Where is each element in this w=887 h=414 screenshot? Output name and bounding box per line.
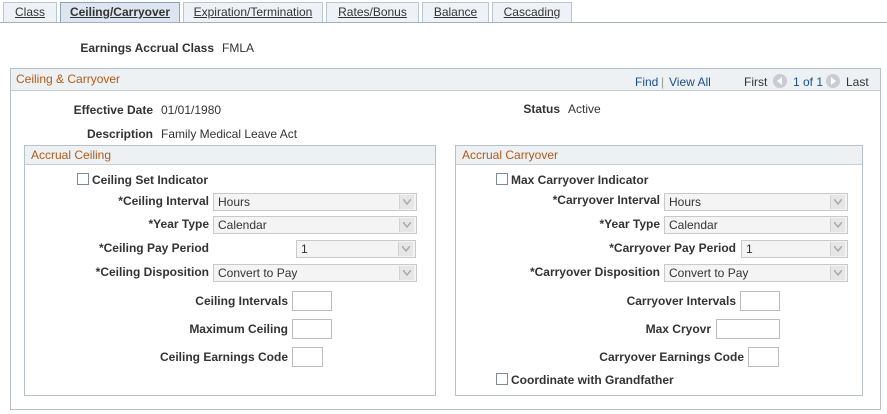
description-value: Family Medical Leave Act: [161, 127, 298, 141]
chevron-down-icon: [830, 242, 845, 256]
tab-rates-bonus[interactable]: Rates/Bonus: [326, 2, 419, 22]
chevron-down-icon: [399, 218, 414, 232]
ceiling-set-indicator-checkbox[interactable]: [77, 173, 89, 185]
ceiling-intervals-input[interactable]: [292, 291, 332, 311]
ceiling-pay-period-label: *Ceiling Pay Period: [98, 241, 209, 255]
ceiling-pay-period-value: 1: [301, 242, 308, 256]
carryover-disposition-value: Convert to Pay: [669, 266, 749, 280]
page-info: 1 of 1: [793, 75, 824, 89]
last-label: Last: [846, 75, 869, 89]
max-carryover-indicator-checkbox[interactable]: [496, 173, 508, 185]
ceiling-interval-label: *Ceiling Interval: [118, 194, 209, 208]
link-separator: |: [661, 75, 665, 89]
carryover-disposition-label: *Carryover Disposition: [529, 265, 660, 279]
ceiling-disposition-label: *Ceiling Disposition: [95, 265, 209, 279]
carryover-year-type-label: *Year Type: [599, 217, 660, 231]
carryover-earnings-code-label: Carryover Earnings Code: [599, 350, 744, 364]
carryover-interval-value: Hours: [669, 195, 702, 209]
ceiling-pay-period-select[interactable]: 1: [296, 240, 416, 258]
carryover-year-type-value: Calendar: [669, 218, 718, 232]
accrual-carryover-header: Accrual Carryover: [456, 146, 862, 165]
previous-icon[interactable]: [773, 74, 787, 88]
ceiling-year-type-select[interactable]: Calendar: [213, 216, 417, 234]
status-label: Status: [523, 102, 560, 116]
chevron-down-icon: [830, 218, 845, 232]
accrual-ceiling-header: Accrual Ceiling: [25, 146, 435, 165]
chevron-down-icon: [399, 266, 414, 280]
ceiling-year-type-label: *Year Type: [148, 217, 209, 231]
next-icon[interactable]: [826, 74, 840, 88]
description-label: Description: [86, 127, 153, 141]
coordinate-grandfather-checkbox[interactable]: [496, 373, 508, 385]
carryover-year-type-select[interactable]: Calendar: [664, 216, 848, 234]
max-carryover-indicator-label: Max Carryover Indicator: [511, 173, 649, 187]
tab-ceiling-carryover[interactable]: Ceiling/Carryover: [60, 2, 180, 23]
carryover-interval-label: *Carryover Interval: [552, 193, 660, 207]
maximum-ceiling-label: Maximum Ceiling: [189, 322, 288, 336]
carryover-pay-period-label: *Carryover Pay Period: [609, 241, 736, 255]
earnings-accrual-class-label: Earnings Accrual Class: [80, 41, 214, 55]
coordinate-grandfather-label: Coordinate with Grandfather: [511, 373, 674, 387]
tab-expiration-termination[interactable]: Expiration/Termination: [183, 2, 323, 22]
ceiling-earnings-code-label: Ceiling Earnings Code: [159, 350, 288, 364]
ceiling-year-type-value: Calendar: [218, 218, 267, 232]
section-title: Ceiling & Carryover: [16, 72, 121, 86]
ceiling-earnings-code-input[interactable]: [292, 347, 323, 367]
ceiling-set-indicator-label: Ceiling Set Indicator: [92, 173, 209, 187]
ceiling-disposition-select[interactable]: Convert to Pay: [213, 264, 417, 282]
ceiling-interval-select[interactable]: Hours: [213, 193, 417, 211]
status-value: Active: [568, 102, 601, 116]
carryover-pay-period-value: 1: [746, 242, 753, 256]
tab-balance[interactable]: Balance: [422, 2, 489, 22]
chevron-down-icon: [398, 242, 413, 256]
carryover-earnings-code-input[interactable]: [748, 347, 779, 367]
chevron-down-icon: [830, 266, 845, 280]
first-label: First: [744, 75, 768, 89]
carryover-pay-period-select[interactable]: 1: [741, 240, 848, 258]
ceiling-intervals-label: Ceiling Intervals: [195, 294, 288, 308]
find-link[interactable]: Find: [635, 75, 658, 89]
chevron-down-icon: [399, 195, 414, 209]
ceiling-disposition-value: Convert to Pay: [218, 266, 298, 280]
ceiling-interval-value: Hours: [218, 195, 251, 209]
carryover-intervals-label: Carryover Intervals: [626, 294, 736, 308]
view-all-link[interactable]: View All: [669, 75, 711, 89]
earnings-accrual-class-value: FMLA: [222, 41, 255, 55]
tab-class[interactable]: Class: [3, 2, 57, 22]
tab-underline: [0, 22, 887, 23]
chevron-down-icon: [830, 195, 845, 209]
effective-date-label: Effective Date: [73, 103, 153, 117]
maximum-ceiling-input[interactable]: [292, 319, 332, 339]
tab-cascading[interactable]: Cascading: [492, 2, 572, 22]
carryover-disposition-select[interactable]: Convert to Pay: [664, 264, 848, 282]
carryover-interval-select[interactable]: Hours: [664, 193, 848, 211]
effective-date-value: 01/01/1980: [161, 103, 222, 117]
max-cryovr-input[interactable]: [716, 319, 780, 339]
max-cryovr-label: Max Cryovr: [645, 322, 711, 336]
carryover-intervals-input[interactable]: [740, 291, 780, 311]
